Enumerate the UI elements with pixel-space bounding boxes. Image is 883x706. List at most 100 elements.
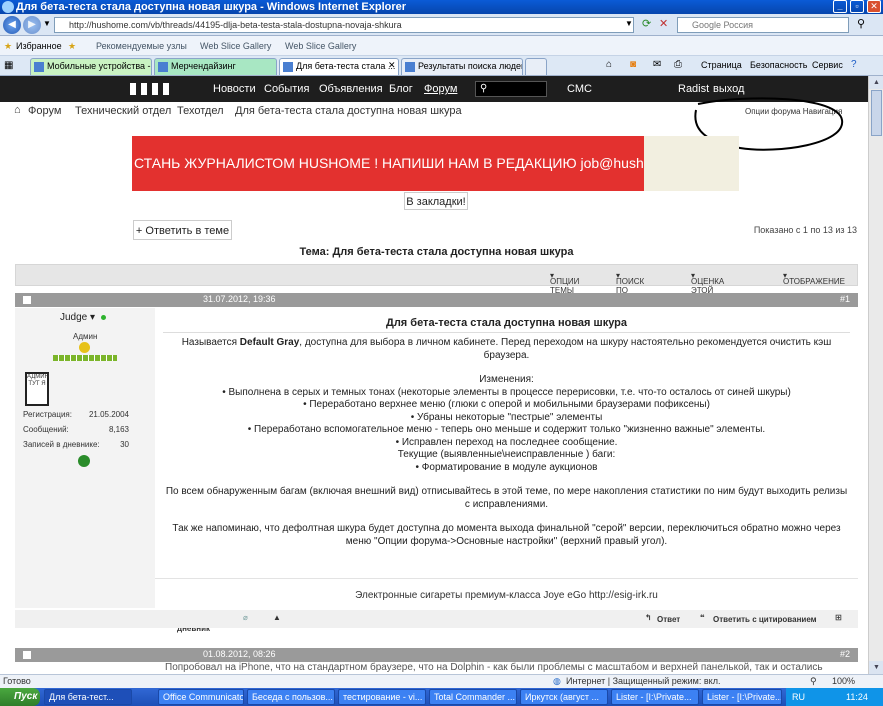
thread-tools-bar: ОПЦИИ ТЕМЫ ▾ ПОИСК ПО ТЕМЕ ▾ ОЦЕНКА ЭТОЙ…: [15, 264, 858, 304]
task-ie[interactable]: Для бета-тест...: [44, 689, 132, 705]
thread-options-menu[interactable]: ОПЦИИ ТЕМЫ ▾: [550, 271, 579, 295]
thread-search-menu[interactable]: ПОИСК ПО ТЕМЕ ▾: [616, 271, 644, 304]
tab-beta-test[interactable]: Для бета-теста стала ...: [279, 58, 399, 75]
print-icon[interactable]: ⎙: [674, 59, 682, 70]
tab-close-icon[interactable]: ✕: [388, 60, 396, 71]
back-icon[interactable]: ◀: [3, 16, 21, 34]
tab-search-people[interactable]: Результаты поиска людей...: [401, 58, 523, 75]
forward-icon[interactable]: ▶: [23, 16, 41, 34]
task-lister-2[interactable]: Lister - [I:\Private...: [702, 689, 782, 705]
ad-banner[interactable]: СТАНЬ ЖУРНАЛИСТОМ HUSHOME ! НАПИШИ НАМ В…: [132, 136, 739, 191]
breadcrumb-forum[interactable]: Форум: [28, 105, 61, 117]
breadcrumb-tech-dept[interactable]: Технический отдел: [75, 105, 171, 117]
home-icon[interactable]: ⌂: [14, 104, 21, 116]
change-item: • Переработано вспомогательное меню - те…: [247, 424, 766, 435]
bookmark-button[interactable]: В закладки!: [404, 192, 468, 210]
favorites-button[interactable]: Избранное: [16, 36, 62, 56]
post-paragraph: Так же напоминаю, что дефолтная шкура бу…: [172, 523, 841, 547]
task-communicator[interactable]: Office Communicator: [158, 689, 244, 705]
help-icon[interactable]: ?: [851, 59, 857, 70]
post-content: Для бета-теста стала доступна новая шкур…: [155, 308, 858, 578]
favbar-item-0[interactable]: Рекомендуемые узлы: [96, 36, 187, 56]
task-testing[interactable]: тестирование - vi...: [338, 689, 426, 705]
scroll-up-icon[interactable]: ▲: [869, 76, 883, 89]
site-logo[interactable]: [130, 83, 172, 95]
language-indicator[interactable]: RU: [792, 688, 805, 706]
task-chat[interactable]: Беседа с пользов...: [247, 689, 335, 705]
history-dropdown-icon[interactable]: ▼: [43, 19, 51, 28]
tab-label: Для бета-теста стала ...: [296, 61, 396, 71]
url-field[interactable]: http://hushome.com/vb/threads/44195-dlja…: [54, 17, 634, 33]
tab-mobile[interactable]: Мобильные устройства - U...: [30, 58, 152, 75]
breadcrumb-current: Для бета-теста стала доступна новая шкур…: [235, 105, 462, 117]
minimize-button[interactable]: _: [833, 0, 847, 13]
refresh-icon[interactable]: ⟳: [642, 17, 651, 30]
tab-label: Мерчендайзинг: [171, 61, 236, 71]
attach-icon[interactable]: ⌀: [243, 613, 248, 622]
favorites-bar: ★ Избранное ★ Рекомендуемые узлы Web Sli…: [0, 36, 883, 56]
reply-icon: ↰: [645, 613, 652, 622]
url-dropdown-icon[interactable]: ▼: [625, 19, 633, 28]
nav-events[interactable]: События: [264, 83, 309, 95]
user-info-panel: Judge ▾ Админ АДМИН ТУТ Я Регистрация: 21…: [15, 308, 155, 608]
change-item: • Убраны некоторые "пестрые" элементы: [410, 411, 603, 423]
search-field[interactable]: Google Россия: [677, 17, 849, 33]
nav-sms[interactable]: СМС: [567, 83, 592, 95]
stat-label: Записей в дневнике:: [23, 440, 100, 449]
zoom-level[interactable]: 100%: [832, 675, 855, 688]
page-menu[interactable]: Страница: [701, 60, 742, 70]
user-role: Админ: [73, 332, 98, 341]
stop-icon[interactable]: ✕: [659, 17, 668, 30]
favbar-item-1[interactable]: Web Slice Gallery: [200, 36, 271, 56]
tab-merch[interactable]: Мерчендайзинг: [154, 58, 277, 75]
site-search-input[interactable]: ⚲: [475, 81, 547, 97]
thread-tools-label: ОТОБРАЖЕНИЕ: [783, 277, 845, 286]
breadcrumb-tech[interactable]: Техотдел: [177, 105, 224, 117]
post-footer: ⌀ ▲ ↰ Ответ ❝ Ответить с цитированием ⊞: [155, 610, 858, 628]
search-icon[interactable]: ⚲: [857, 17, 865, 30]
task-irkutsk[interactable]: Иркутск (август ...: [520, 689, 608, 705]
reply-link[interactable]: Ответ: [657, 615, 680, 624]
favbar-item-2[interactable]: Web Slice Gallery: [285, 36, 356, 56]
safety-menu[interactable]: Безопасность: [750, 60, 807, 70]
post-signature[interactable]: Электронные сигареты премиум-класса Joye…: [155, 578, 858, 608]
multiquote-icon[interactable]: ⊞: [835, 613, 842, 622]
close-button[interactable]: ✕: [867, 0, 881, 13]
mail-icon[interactable]: ✉: [653, 59, 661, 70]
thread-rating-menu[interactable]: ОЦЕНКА ЭТОЙ ТЕМЫ ▾: [691, 271, 724, 304]
task-total-commander[interactable]: Total Commander ...: [429, 689, 517, 705]
nav-news[interactable]: Новости: [213, 83, 256, 95]
tab-favicon: [34, 62, 44, 72]
gift-icon[interactable]: [78, 455, 90, 467]
nav-blog[interactable]: Блог: [389, 83, 413, 95]
start-button[interactable]: Пуск: [0, 688, 40, 706]
nav-forum[interactable]: Форум: [424, 83, 457, 95]
reply-thread-button[interactable]: + Ответить в теме: [133, 220, 232, 240]
scroll-thumb[interactable]: [871, 90, 882, 136]
post-number[interactable]: #2: [840, 649, 850, 659]
maximize-button[interactable]: ▫: [850, 0, 864, 13]
post-header: 01.08.2012, 08:26 #2: [15, 648, 858, 662]
post-header: 31.07.2012, 19:36 #1: [15, 293, 858, 307]
post-number[interactable]: #1: [840, 294, 850, 304]
add-favorite-icon[interactable]: ★: [68, 36, 76, 56]
window-title: Для бета-теста стала доступна новая шкур…: [16, 1, 407, 13]
task-lister-1[interactable]: Lister - [I:\Private...: [611, 689, 699, 705]
report-icon[interactable]: ▲: [273, 613, 281, 622]
quote-icon: ❝: [700, 613, 705, 622]
quick-tabs-icon[interactable]: ▦: [4, 60, 13, 71]
quote-reply-link[interactable]: Ответить с цитированием: [713, 615, 817, 624]
tools-menu[interactable]: Сервис: [812, 60, 843, 70]
vertical-scrollbar[interactable]: ▲ ▼: [868, 76, 883, 674]
nav-ads[interactable]: Объявления: [319, 83, 383, 95]
post-select-checkbox[interactable]: [23, 651, 31, 659]
new-tab-button[interactable]: [525, 58, 547, 75]
home-icon[interactable]: ⌂: [606, 59, 612, 70]
author-name[interactable]: Judge ▾: [60, 312, 95, 323]
post-intro: Называется Default Gray, доступна для вы…: [155, 337, 858, 362]
rss-icon[interactable]: ◙: [630, 59, 636, 70]
scroll-down-icon[interactable]: ▼: [869, 661, 883, 674]
post-select-checkbox[interactable]: [23, 296, 31, 304]
display-mode-menu[interactable]: ОТОБРАЖЕНИЕ ▾: [783, 271, 845, 286]
clock[interactable]: 11:24: [846, 688, 868, 706]
